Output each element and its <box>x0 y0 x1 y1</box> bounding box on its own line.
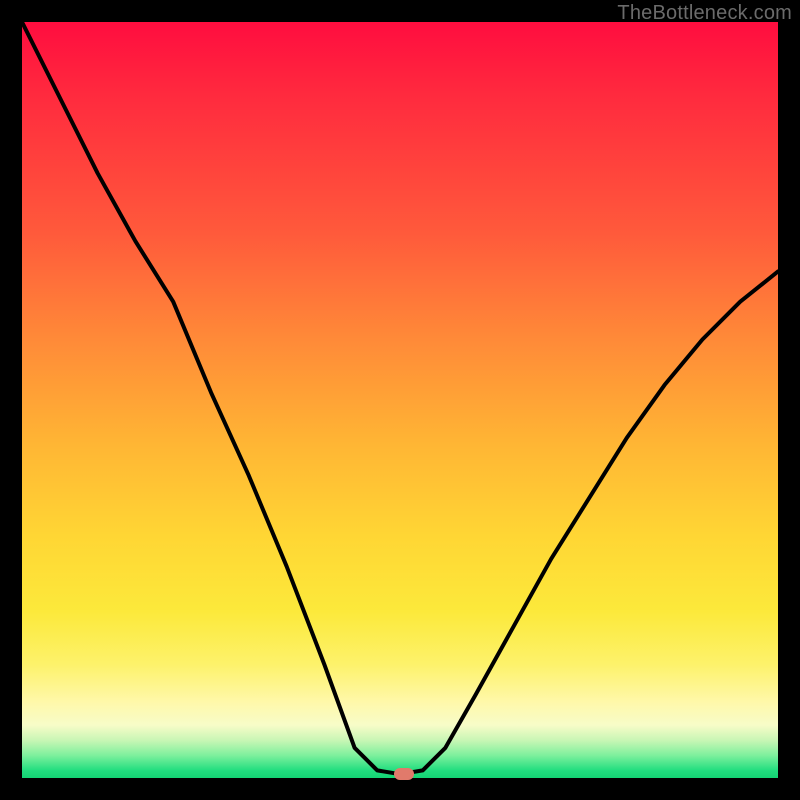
bottleneck-curve <box>22 22 778 778</box>
optimal-marker <box>394 768 414 780</box>
curve-line <box>22 22 778 774</box>
watermark-label: TheBottleneck.com <box>617 2 792 25</box>
chart-plot-area <box>22 22 778 778</box>
chart-frame: TheBottleneck.com <box>0 0 800 800</box>
